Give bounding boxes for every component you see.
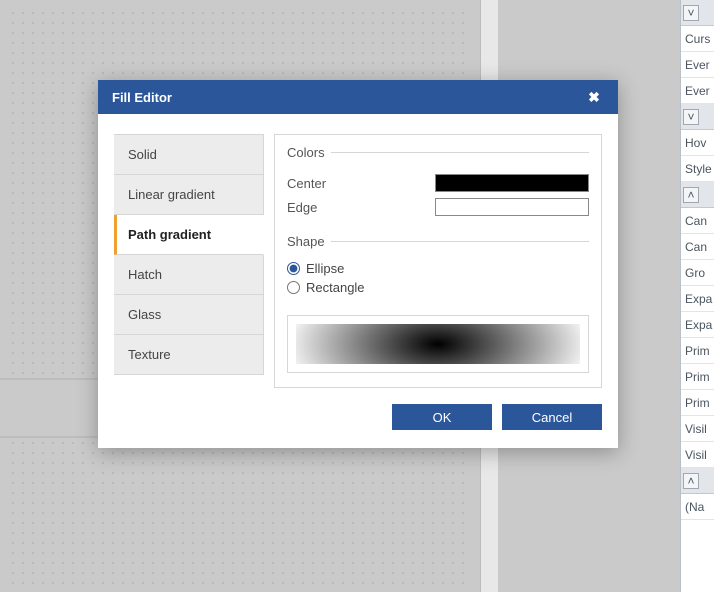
property-row[interactable]: Prim [681, 390, 714, 416]
properties-panel: ˅CursEverEver˅HovStyle˄CanCanGroExpaExpa… [680, 0, 714, 592]
tab-glass[interactable]: Glass [114, 295, 264, 335]
property-row[interactable]: Ever [681, 78, 714, 104]
dialog-title: Fill Editor [112, 90, 172, 105]
rectangle-label: Rectangle [306, 280, 365, 295]
center-color-row: Center [287, 174, 589, 192]
center-label: Center [287, 176, 427, 191]
tab-solid[interactable]: Solid [114, 135, 264, 175]
tab-linear-gradient[interactable]: Linear gradient [114, 175, 264, 215]
edge-color-row: Edge [287, 198, 589, 216]
property-row[interactable]: Prim [681, 338, 714, 364]
colors-legend: Colors [287, 145, 331, 160]
property-group-header[interactable]: ˄ [681, 468, 714, 494]
path-gradient-pane: Colors Center Edge Shape Ellipse [274, 134, 602, 388]
ellipse-radio[interactable] [287, 262, 300, 275]
property-row[interactable]: Expa [681, 312, 714, 338]
cancel-button[interactable]: Cancel [502, 404, 602, 430]
property-row[interactable]: Hov [681, 130, 714, 156]
property-row[interactable]: Ever [681, 52, 714, 78]
property-row[interactable]: Expa [681, 286, 714, 312]
shape-group: Shape Ellipse Rectangle [287, 234, 589, 299]
property-row[interactable]: Visil [681, 416, 714, 442]
property-row[interactable]: Curs [681, 26, 714, 52]
shape-option-rectangle[interactable]: Rectangle [287, 280, 589, 295]
shape-option-ellipse[interactable]: Ellipse [287, 261, 589, 276]
property-row[interactable]: Can [681, 234, 714, 260]
property-row[interactable]: Can [681, 208, 714, 234]
property-row[interactable]: Style [681, 156, 714, 182]
dialog-titlebar: Fill Editor ✖ [98, 80, 618, 114]
colors-group: Colors Center Edge [287, 145, 589, 222]
property-row[interactable]: Visil [681, 442, 714, 468]
tab-path-gradient[interactable]: Path gradient [114, 215, 264, 255]
fill-type-tabs: SolidLinear gradientPath gradientHatchGl… [114, 134, 264, 388]
gradient-preview-box [287, 315, 589, 373]
chevron-down-icon[interactable]: ˅ [683, 5, 699, 21]
close-icon[interactable]: ✖ [584, 87, 604, 107]
property-row[interactable]: Gro [681, 260, 714, 286]
property-row[interactable]: (Na [681, 494, 714, 520]
chevron-up-icon[interactable]: ˄ [683, 473, 699, 489]
fill-editor-dialog: Fill Editor ✖ SolidLinear gradientPath g… [98, 80, 618, 448]
edge-label: Edge [287, 200, 427, 215]
property-group-header[interactable]: ˅ [681, 0, 714, 26]
center-color-swatch[interactable] [435, 174, 589, 192]
dialog-body: SolidLinear gradientPath gradientHatchGl… [98, 114, 618, 404]
tab-texture[interactable]: Texture [114, 335, 264, 375]
chevron-down-icon[interactable]: ˅ [683, 109, 699, 125]
property-group-header[interactable]: ˅ [681, 104, 714, 130]
rectangle-radio[interactable] [287, 281, 300, 294]
gradient-preview [296, 324, 580, 364]
chevron-up-icon[interactable]: ˄ [683, 187, 699, 203]
property-row[interactable]: Prim [681, 364, 714, 390]
shape-legend: Shape [287, 234, 331, 249]
ok-button[interactable]: OK [392, 404, 492, 430]
property-group-header[interactable]: ˄ [681, 182, 714, 208]
tab-hatch[interactable]: Hatch [114, 255, 264, 295]
dialog-buttons: OK Cancel [98, 404, 618, 448]
ellipse-label: Ellipse [306, 261, 344, 276]
edge-color-swatch[interactable] [435, 198, 589, 216]
